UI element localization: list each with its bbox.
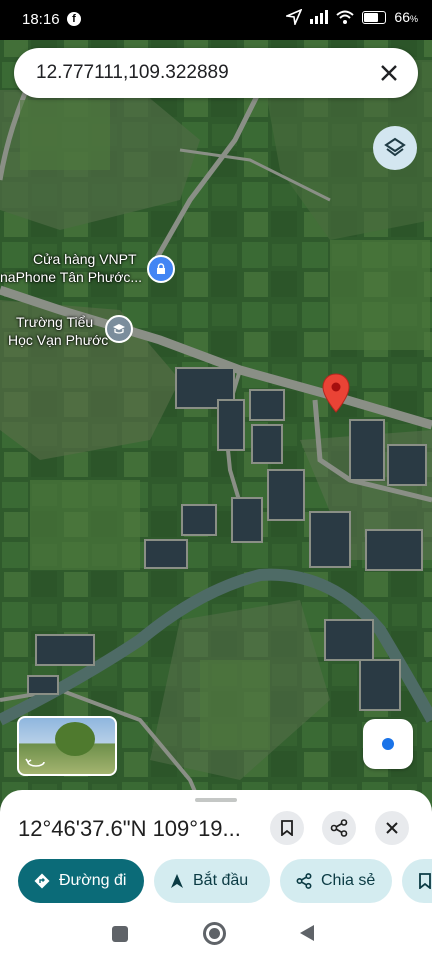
close-sheet-button[interactable] <box>375 811 409 845</box>
status-bar: 18:16 f 66% <box>0 0 432 40</box>
battery-icon <box>362 10 387 24</box>
signal-icon <box>310 10 329 24</box>
status-icons: 66% <box>286 9 418 25</box>
close-icon <box>386 822 398 834</box>
share-icon <box>296 873 312 889</box>
my-location-icon <box>382 738 394 750</box>
status-time: 18:16 <box>22 11 60 28</box>
back-icon[interactable] <box>299 924 315 942</box>
directions-icon <box>34 873 50 889</box>
close-icon[interactable] <box>374 58 404 88</box>
navigation-icon <box>171 874 183 888</box>
share-button[interactable]: Chia sẻ <box>280 859 392 903</box>
rotate-360-icon <box>25 758 45 767</box>
poi-vnpt-line2: naPhone Tân Phước... <box>0 269 143 285</box>
share-icon-button[interactable] <box>322 811 356 845</box>
bookmark-icon <box>281 820 293 836</box>
battery-level: 66% <box>394 9 418 25</box>
bookmark-icon <box>419 873 431 889</box>
layers-button[interactable] <box>373 126 417 170</box>
search-query[interactable]: 12.777111,109.322889 <box>36 62 229 84</box>
directions-label: Đường đi <box>59 872 127 889</box>
poi-school-line2: Học Vạn Phước <box>8 332 109 348</box>
facebook-icon: f <box>67 12 81 26</box>
place-coords-title: 12°46'37.6"N 109°19... <box>18 816 241 841</box>
place-sheet: 12°46'37.6"N 109°19... Đường đi Bắt đầu … <box>0 790 432 960</box>
save-chip[interactable] <box>402 859 432 903</box>
map-pin-icon[interactable] <box>322 373 350 413</box>
school-icon[interactable] <box>105 315 133 343</box>
recents-icon[interactable] <box>112 926 128 942</box>
search-bar[interactable]: 12.777111,109.322889 <box>14 48 418 98</box>
lock-icon[interactable] <box>147 255 175 283</box>
action-chips: Đường đi Bắt đầu Chia sẻ <box>18 859 432 903</box>
wifi-icon <box>336 10 355 24</box>
location-arrow-icon <box>286 9 303 25</box>
street-view-thumbnail[interactable] <box>17 716 117 776</box>
poi-school-label[interactable]: Trường Tiểu Học Vạn Phước <box>8 313 108 349</box>
start-label: Bắt đầu <box>193 872 249 889</box>
system-nav-bar <box>0 908 432 960</box>
poi-vnpt-line1: Cửa hàng VNPT <box>33 251 137 267</box>
share-icon <box>330 819 348 837</box>
poi-school-line1: Trường Tiểu <box>16 314 94 330</box>
save-button[interactable] <box>270 811 304 845</box>
sheet-drag-handle[interactable] <box>195 798 237 802</box>
share-label: Chia sẻ <box>321 872 376 889</box>
street-view-tree <box>55 722 95 756</box>
start-button[interactable]: Bắt đầu <box>154 859 270 903</box>
directions-button[interactable]: Đường đi <box>18 859 144 903</box>
layers-icon <box>384 137 406 157</box>
poi-vnpt-label[interactable]: Cửa hàng VNPT naPhone Tân Phước... <box>0 250 142 286</box>
my-location-button[interactable] <box>363 719 413 769</box>
home-icon[interactable] <box>203 922 226 945</box>
